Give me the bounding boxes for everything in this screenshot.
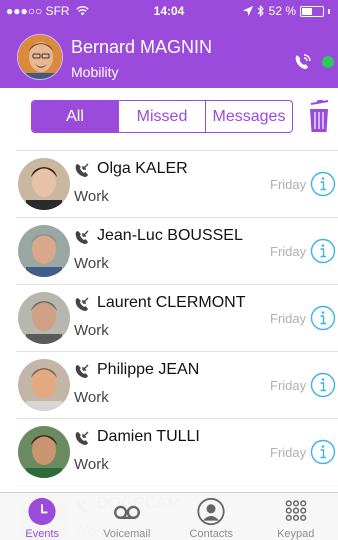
number-type: Work (74, 188, 109, 205)
number-type: Work (74, 255, 109, 272)
filter-messages-tab[interactable]: Messages (205, 101, 292, 132)
event-time: Friday (270, 378, 307, 393)
profile-status: Mobility (71, 64, 119, 80)
event-filter: All Missed Messages (31, 100, 293, 133)
number-type: Work (74, 389, 109, 406)
contact-photo (18, 292, 70, 344)
tab-events-label: Events (25, 528, 60, 540)
event-time: Friday (270, 244, 307, 259)
info-icon[interactable] (310, 238, 336, 264)
number-type: Work (74, 322, 109, 339)
battery-percent: 52 % (268, 4, 296, 18)
location-arrow-icon (242, 6, 253, 16)
app-header: ●●●○○ SFR 14:04 52 % Bernard MAGNIN Mobi… (0, 0, 338, 88)
number-type: Work (74, 456, 109, 473)
contact-photo (18, 426, 70, 478)
event-time: Friday (270, 445, 307, 460)
tab-events[interactable]: Events (0, 493, 85, 540)
contact-name: Laurent CLERMONT (97, 294, 246, 311)
contact-avatar (18, 225, 70, 277)
incoming-call-icon (75, 163, 89, 177)
info-icon[interactable] (310, 372, 336, 398)
contact-avatar (18, 292, 70, 344)
contact-photo (18, 225, 70, 277)
contact-name: Olga KALER (97, 160, 188, 177)
event-row[interactable]: Jean-Luc BOUSSEL Work Friday (16, 217, 338, 284)
wifi-calling-icon[interactable] (292, 50, 314, 72)
battery-fill (302, 7, 313, 15)
contact-name: Jean-Luc BOUSSEL (97, 227, 243, 244)
contact-photo (18, 158, 70, 210)
tab-keypad[interactable]: Keypad (254, 493, 338, 540)
tab-keypad-label: Keypad (277, 528, 315, 540)
contact-avatar (18, 426, 70, 478)
filter-all-tab[interactable]: All (32, 101, 118, 132)
event-row[interactable]: Damien TULLI Work Friday (16, 418, 338, 485)
contact-name: Damien TULLI (97, 428, 200, 445)
status-right: 52 % (242, 4, 330, 18)
event-row[interactable]: Laurent CLERMONT Work Friday (16, 284, 338, 351)
tab-bar: Events Voicemail Contacts Keypad (0, 492, 338, 540)
incoming-call-icon (75, 230, 89, 244)
event-list: Olga KALER Work Friday Jean-Luc BOUSSEL Work… (16, 150, 338, 540)
event-row[interactable]: Philippe JEAN Work Friday (16, 351, 338, 418)
tab-contacts[interactable]: Contacts (169, 493, 254, 540)
contact-avatar (18, 158, 70, 210)
presence-indicator (322, 56, 334, 68)
event-time: Friday (270, 177, 307, 192)
bluetooth-icon (257, 5, 264, 17)
contact-photo (18, 359, 70, 411)
trash-icon[interactable] (306, 100, 332, 134)
info-icon[interactable] (310, 305, 336, 331)
tab-voicemail[interactable]: Voicemail (85, 493, 170, 540)
status-bar: ●●●○○ SFR 14:04 52 % (0, 0, 338, 22)
profile-avatar[interactable] (17, 34, 63, 80)
filter-missed-tab[interactable]: Missed (118, 101, 205, 132)
contacts-icon (197, 497, 225, 526)
tab-voicemail-label: Voicemail (103, 528, 151, 540)
contact-avatar (18, 359, 70, 411)
info-icon[interactable] (310, 439, 336, 465)
event-time: Friday (270, 311, 307, 326)
voicemail-icon (113, 505, 140, 520)
battery-tip (328, 8, 330, 14)
battery-icon (300, 5, 324, 17)
incoming-call-icon (75, 431, 89, 445)
incoming-call-icon (75, 364, 89, 378)
event-row[interactable]: Olga KALER Work Friday (16, 150, 338, 217)
profile-name: Bernard MAGNIN (71, 37, 213, 57)
contact-name: Philippe JEAN (97, 361, 200, 378)
incoming-call-icon (75, 297, 89, 311)
info-icon[interactable] (310, 171, 336, 197)
keypad-icon (285, 500, 307, 521)
tab-contacts-label: Contacts (189, 528, 233, 540)
profile-photo (18, 35, 62, 79)
clock-icon (28, 497, 56, 526)
